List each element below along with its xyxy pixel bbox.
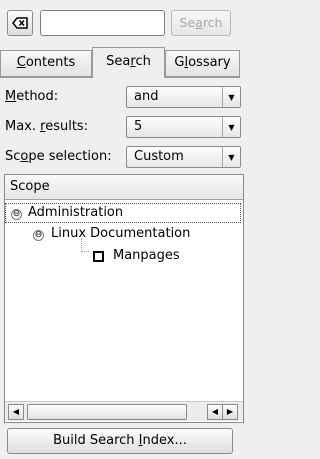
manpages-checkbox[interactable]	[93, 251, 104, 262]
clear-text-icon	[12, 17, 28, 29]
search-input[interactable]	[40, 10, 165, 36]
build-search-index-button[interactable]: Build Search Index...	[7, 428, 233, 454]
tab-glossary[interactable]: Glossary	[165, 50, 240, 77]
clear-search-button[interactable]	[7, 10, 33, 36]
scope-selection-value: Custom	[134, 149, 184, 164]
scroll-right-icon[interactable]: ▶	[222, 404, 238, 420]
scroll-left-icon[interactable]: ◀	[8, 404, 24, 420]
method-value: and	[134, 89, 159, 104]
chevron-down-icon: ▼	[222, 147, 240, 167]
horizontal-scrollbar[interactable]: ◀ ◀ ▶	[5, 401, 243, 421]
tree-item-manpages[interactable]: Manpages	[5, 247, 241, 267]
tree-item-label: Linux Documentation	[51, 226, 191, 241]
tree-item-linux-documentation[interactable]: ⊖ Linux Documentation	[5, 225, 241, 245]
max-results-value: 5	[134, 119, 143, 134]
chevron-down-icon: ▼	[222, 87, 240, 107]
method-label: Method:	[5, 89, 59, 104]
collapse-icon[interactable]: ⊖	[33, 230, 44, 241]
scope-tree[interactable]: Scope ⊖ Administration ⊖ Linux Documenta…	[4, 174, 244, 423]
tree-item-label: Manpages	[113, 248, 180, 263]
tree-item-administration[interactable]: ⊖ Administration	[5, 203, 241, 223]
scope-selection-select[interactable]: Custom ▼	[126, 146, 241, 168]
max-results-select[interactable]: 5 ▼	[126, 116, 241, 138]
tab-search[interactable]: Search	[92, 47, 165, 78]
scope-selection-label: Scope selection:	[5, 149, 112, 164]
search-button[interactable]: Search	[171, 10, 231, 36]
tab-contents[interactable]: Contents	[0, 50, 92, 77]
scope-column-header[interactable]: Scope	[5, 175, 243, 200]
max-results-label: Max. results:	[5, 119, 89, 134]
chevron-down-icon: ▼	[222, 117, 240, 137]
scrollbar-thumb[interactable]	[27, 404, 187, 420]
method-select[interactable]: and ▼	[126, 86, 241, 108]
scroll-left-icon[interactable]: ◀	[207, 404, 223, 420]
tree-item-label: Administration	[28, 205, 124, 220]
collapse-icon[interactable]: ⊖	[11, 209, 22, 220]
